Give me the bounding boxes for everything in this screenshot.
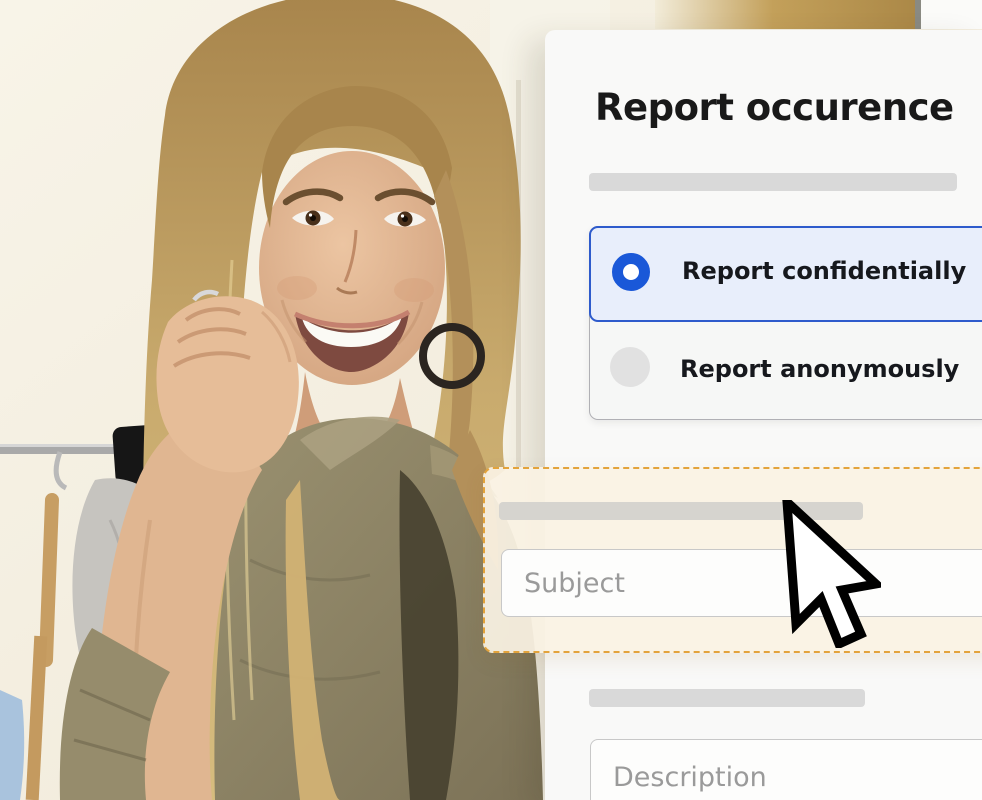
radio-option-anonymous[interactable]: Report anonymously [589,322,982,422]
radio-option-label: Report anonymously [680,355,959,383]
subject-skeleton-bar [499,502,863,520]
radio-option-label: Report confidentially [682,257,966,285]
title-skeleton-bar [589,173,957,191]
photo-door-frame [655,0,917,29]
description-skeleton-bar [589,689,865,707]
subject-input[interactable] [501,549,982,617]
hand-fist [156,296,298,472]
radio-option-confidential[interactable]: Report confidentially [589,226,982,322]
page-title: Report occurence [595,86,954,129]
report-type-radio-group: Report confidentially Report anonymously [589,226,982,420]
description-textarea[interactable] [590,739,982,800]
radio-selected-icon[interactable] [612,253,650,291]
screenshot-stage: Report occurence Report confidentially R… [0,0,982,800]
radio-unselected-icon[interactable] [610,347,650,387]
